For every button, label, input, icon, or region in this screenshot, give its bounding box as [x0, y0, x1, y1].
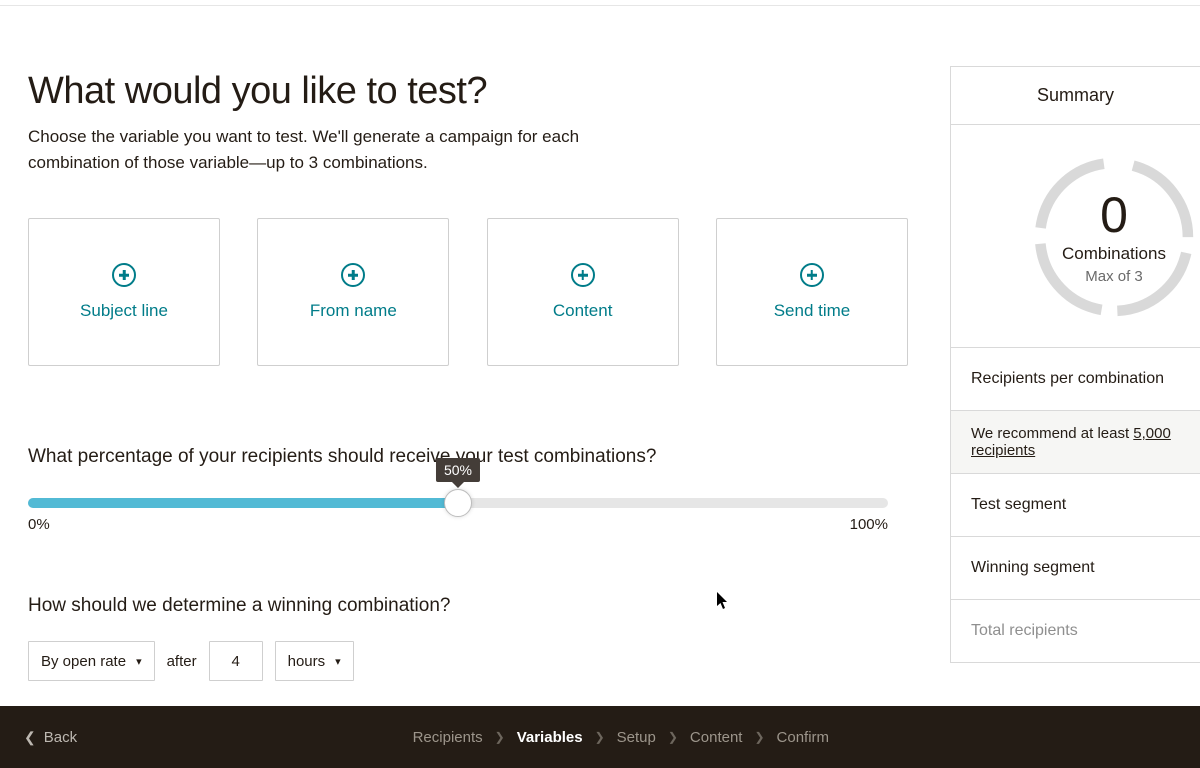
slider-fill: [28, 498, 458, 508]
after-label: after: [167, 653, 197, 670]
page-subtitle: Choose the variable you want to test. We…: [28, 124, 668, 177]
card-from-name[interactable]: From name: [257, 218, 449, 366]
card-content[interactable]: Content: [487, 218, 679, 366]
plus-icon: [571, 263, 595, 287]
card-send-time[interactable]: Send time: [716, 218, 908, 366]
chevron-left-icon: ❮: [24, 729, 36, 746]
crumb-content[interactable]: Content: [690, 729, 743, 746]
slider-max-label: 100%: [850, 516, 888, 533]
wizard-breadcrumbs: Recipients ❯ Variables ❯ Setup ❯ Content…: [413, 729, 829, 746]
row-recommendation: We recommend at least 5,000 recipients: [951, 411, 1200, 474]
recommend-text: We recommend at least: [971, 425, 1133, 442]
hours-value: 4: [231, 653, 239, 670]
row-test-segment: Test segment: [951, 474, 1200, 537]
summary-title: Summary: [951, 67, 1200, 125]
card-label: Subject line: [80, 301, 168, 321]
slider-thumb[interactable]: [444, 489, 472, 517]
chevron-right-icon: ❯: [595, 730, 605, 744]
combinations-gauge: 0 Combinations Max of 3: [951, 125, 1200, 348]
bottom-bar: ❮ Back Recipients ❯ Variables ❯ Setup ❯ …: [0, 706, 1200, 768]
metric-select[interactable]: By open rate ▾: [28, 641, 155, 681]
hours-input[interactable]: 4: [209, 641, 263, 681]
slider-tooltip: 50%: [436, 458, 480, 482]
crumb-confirm[interactable]: Confirm: [777, 729, 830, 746]
card-label: From name: [310, 301, 397, 321]
back-button[interactable]: ❮ Back: [24, 729, 77, 746]
chevron-down-icon: ▾: [136, 655, 142, 668]
winning-question: How should we determine a winning combin…: [28, 595, 908, 617]
slider-scale: 0% 100%: [28, 516, 888, 533]
gauge-label: Combinations: [1062, 244, 1166, 264]
chevron-right-icon: ❯: [754, 730, 764, 744]
card-subject-line[interactable]: Subject line: [28, 218, 220, 366]
slider-min-label: 0%: [28, 516, 50, 533]
row-recipients-per-combination: Recipients per combination: [951, 348, 1200, 411]
variable-cards-row: Subject line From name Content Send time: [28, 218, 908, 366]
main-panel: What would you like to test? Choose the …: [28, 70, 908, 681]
chevron-down-icon: ▾: [335, 655, 341, 668]
plus-icon: [341, 263, 365, 287]
metric-select-label: By open rate: [41, 653, 126, 670]
crumb-setup[interactable]: Setup: [617, 729, 656, 746]
slider-track[interactable]: 50%: [28, 498, 888, 508]
chevron-right-icon: ❯: [668, 730, 678, 744]
back-label: Back: [44, 729, 77, 746]
summary-sidebar: Summary 0 Combinations Max of 3 Recipien…: [950, 66, 1200, 663]
time-unit-select[interactable]: hours ▾: [275, 641, 354, 681]
card-label: Send time: [774, 301, 851, 321]
plus-icon: [112, 263, 136, 287]
top-divider: [0, 5, 1200, 6]
gauge-sublabel: Max of 3: [1085, 268, 1143, 285]
time-unit-label: hours: [288, 653, 326, 670]
winning-controls: By open rate ▾ after 4 hours ▾: [28, 641, 908, 681]
percentage-slider[interactable]: 50% 0% 100%: [28, 498, 908, 533]
crumb-recipients[interactable]: Recipients: [413, 729, 483, 746]
crumb-variables[interactable]: Variables: [517, 729, 583, 746]
row-winning-segment: Winning segment: [951, 537, 1200, 600]
card-label: Content: [553, 301, 613, 321]
chevron-right-icon: ❯: [495, 730, 505, 744]
gauge-number: 0: [1100, 190, 1128, 240]
page-title: What would you like to test?: [28, 70, 908, 114]
plus-icon: [800, 263, 824, 287]
row-total-recipients: Total recipients: [951, 600, 1200, 663]
